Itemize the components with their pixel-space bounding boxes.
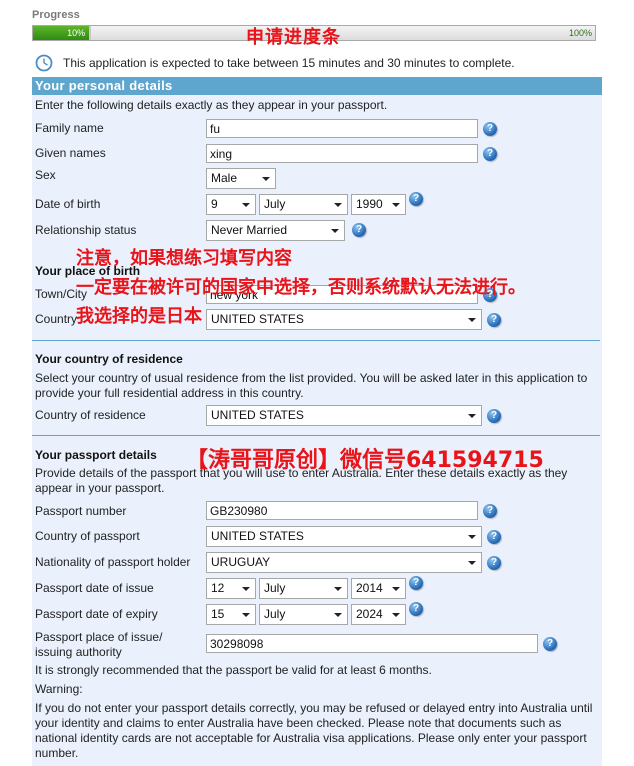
chevron-down-icon (334, 613, 342, 617)
dob-day-select[interactable]: 9 (206, 194, 256, 215)
place-of-issue-label-line1: Passport place of issue/ (35, 630, 163, 644)
dob-month-select[interactable]: July (259, 194, 348, 215)
help-icon[interactable]: ? (487, 313, 501, 327)
recommendation-text: It is strongly recommended that the pass… (35, 663, 432, 677)
chevron-down-icon (331, 229, 339, 233)
time-note-text: This application is expected to take bet… (63, 56, 515, 70)
chevron-down-icon (262, 177, 270, 181)
expiry-day-value: 15 (211, 607, 225, 621)
passport-number-input[interactable] (206, 501, 478, 520)
watermark-annotation: 【涛哥哥原创】微信号641594715 (186, 448, 544, 473)
issue-date-label: Passport date of issue (35, 581, 154, 595)
issue-year-value: 2014 (356, 581, 383, 595)
dob-day-value: 9 (211, 197, 218, 211)
relationship-label: Relationship status (35, 223, 137, 237)
nationality-label: Nationality of passport holder (35, 555, 191, 569)
place-of-issue-label-line2: issuing authority (35, 645, 122, 659)
issue-month-select[interactable]: July (259, 578, 348, 599)
given-names-input[interactable] (206, 144, 478, 163)
clock-icon (35, 54, 53, 72)
form-panel: Your personal details Enter the followin… (32, 77, 602, 766)
chevron-down-icon (468, 561, 476, 565)
expiry-year-value: 2024 (356, 607, 383, 621)
chevron-down-icon (242, 203, 250, 207)
help-icon[interactable]: ? (483, 122, 497, 136)
birth-country-value: UNITED STATES (211, 312, 304, 326)
help-icon[interactable]: ? (409, 576, 423, 590)
progress-annotation: 申请进度条 (246, 27, 341, 48)
help-icon[interactable]: ? (352, 223, 366, 237)
issue-day-select[interactable]: 12 (206, 578, 256, 599)
chevron-down-icon (392, 203, 400, 207)
residence-intro: Select your country of usual residence f… (35, 371, 588, 400)
annotation-line2: 一定要在被许可的国家中选择，否则系统默认无法进行。 (76, 277, 526, 298)
expiry-month-select[interactable]: July (259, 604, 348, 625)
family-name-label: Family name (35, 121, 104, 135)
help-icon[interactable]: ? (487, 409, 501, 423)
issue-day-value: 12 (211, 581, 225, 595)
birth-country-select[interactable]: UNITED STATES (206, 309, 482, 330)
given-names-label: Given names (35, 146, 106, 160)
divider (32, 340, 600, 341)
relationship-select[interactable]: Never Married (206, 220, 345, 241)
sex-label: Sex (35, 168, 56, 182)
help-icon[interactable]: ? (483, 504, 497, 518)
birth-country-label: Country (35, 312, 78, 326)
issue-month-value: July (264, 581, 286, 595)
expiry-month-value: July (264, 607, 286, 621)
expiry-year-select[interactable]: 2024 (351, 604, 406, 625)
progress-start-text: 10% (67, 28, 86, 38)
annotation-line1: 注意，如果想练习填写内容 (76, 248, 292, 269)
residence-heading: Your country of residence (35, 352, 183, 366)
divider (32, 435, 600, 436)
residence-country-select[interactable]: UNITED STATES (206, 405, 482, 426)
help-icon[interactable]: ? (487, 556, 501, 570)
dob-label: Date of birth (35, 197, 101, 211)
warning-text: If you do not enter your passport detail… (35, 701, 593, 760)
residence-country-label: Country of residence (35, 408, 146, 422)
nationality-select[interactable]: URUGUAY (206, 552, 482, 573)
progress-label: Progress (32, 9, 80, 21)
expiry-date-label: Passport date of expiry (35, 607, 158, 621)
time-note: This application is expected to take bet… (35, 54, 515, 72)
chevron-down-icon (392, 613, 400, 617)
passport-country-value: UNITED STATES (211, 529, 304, 543)
help-icon[interactable]: ? (483, 147, 497, 161)
family-name-input[interactable] (206, 119, 478, 138)
passport-country-label: Country of passport (35, 529, 140, 543)
personal-intro: Enter the following details exactly as t… (35, 98, 388, 112)
passport-heading: Your passport details (35, 448, 157, 462)
chevron-down-icon (334, 587, 342, 591)
warning-label: Warning: (35, 682, 83, 696)
chevron-down-icon (242, 613, 250, 617)
relationship-value: Never Married (211, 223, 288, 237)
passport-number-label: Passport number (35, 504, 127, 518)
help-icon[interactable]: ? (409, 602, 423, 616)
chevron-down-icon (468, 318, 476, 322)
dob-month-value: July (264, 197, 286, 211)
annotation-line3: 我选择的是日本 (76, 306, 202, 327)
chevron-down-icon (468, 414, 476, 418)
help-icon[interactable]: ? (409, 192, 423, 206)
chevron-down-icon (242, 587, 250, 591)
residence-country-value: UNITED STATES (211, 408, 304, 422)
section-header-personal: Your personal details (32, 77, 602, 95)
chevron-down-icon (392, 587, 400, 591)
sex-value: Male (211, 171, 238, 185)
progress-fill: 10% (33, 26, 92, 40)
dob-year-select[interactable]: 1990 (351, 194, 406, 215)
help-icon[interactable]: ? (487, 530, 501, 544)
dob-year-value: 1990 (356, 197, 383, 211)
chevron-down-icon (334, 203, 342, 207)
place-of-issue-label: Passport place of issue/ issuing authori… (35, 630, 162, 660)
progress-end-text: 100% (568, 28, 592, 38)
expiry-day-select[interactable]: 15 (206, 604, 256, 625)
sex-select[interactable]: Male (206, 168, 276, 189)
nationality-value: URUGUAY (211, 555, 271, 569)
chevron-down-icon (468, 535, 476, 539)
issue-year-select[interactable]: 2014 (351, 578, 406, 599)
passport-country-select[interactable]: UNITED STATES (206, 526, 482, 547)
help-icon[interactable]: ? (543, 637, 557, 651)
place-of-issue-input[interactable] (206, 634, 538, 653)
